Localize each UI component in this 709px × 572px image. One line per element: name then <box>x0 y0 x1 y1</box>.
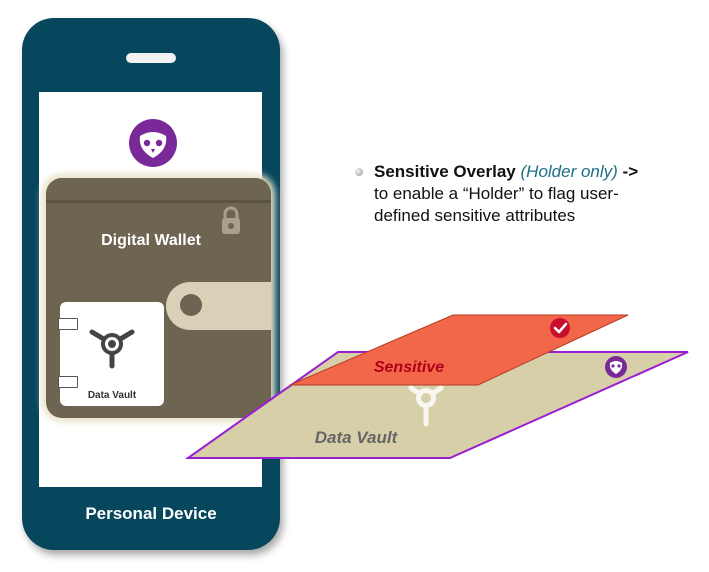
layer-owl-icon <box>605 356 627 378</box>
sensitive-layer-label: Sensitive <box>374 359 444 376</box>
data-vault-layer-label: Data Vault <box>315 428 399 447</box>
check-badge-icon <box>550 318 570 338</box>
layer-diagram: Data Vault Sensitive <box>184 314 689 459</box>
